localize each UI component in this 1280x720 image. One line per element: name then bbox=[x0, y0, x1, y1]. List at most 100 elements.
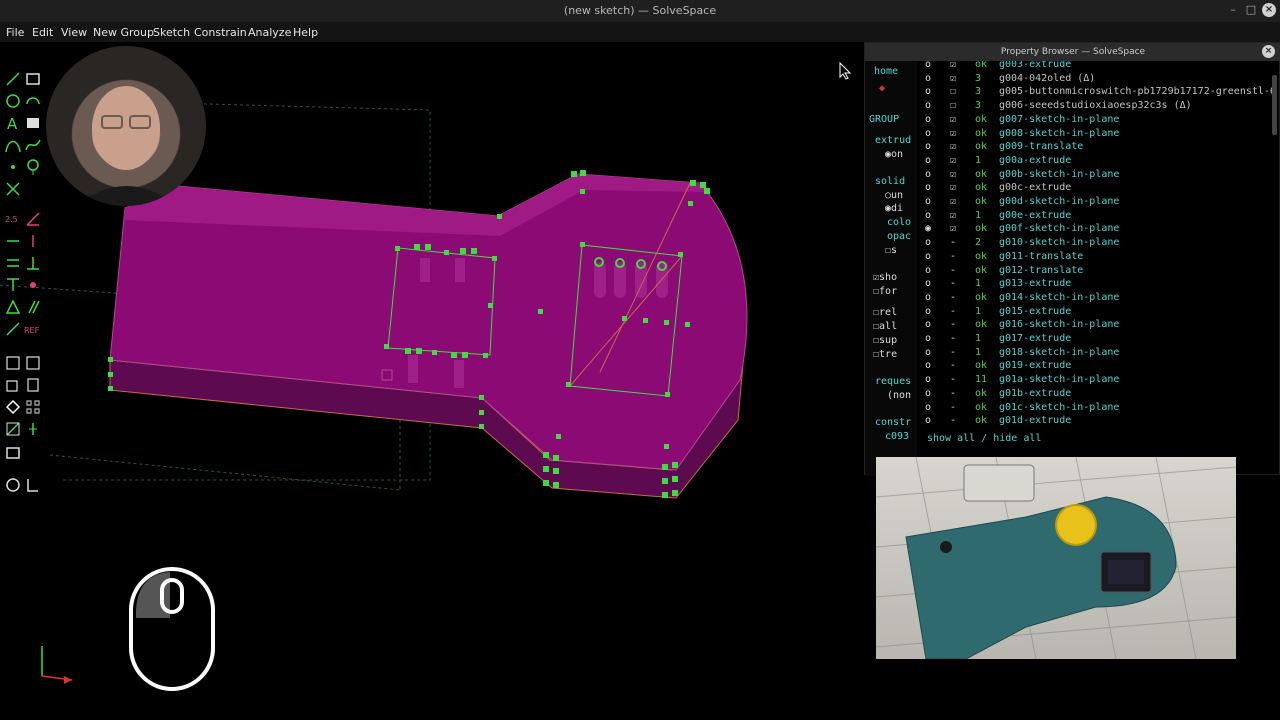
group-visibility-radio[interactable]: o bbox=[925, 169, 937, 180]
minimize-icon[interactable]: – bbox=[1226, 3, 1240, 17]
group-visibility-radio[interactable]: o bbox=[925, 265, 937, 276]
property-browser-close-icon[interactable]: × bbox=[1262, 45, 1275, 58]
group-name-link[interactable]: g00f-sketch-in-plane bbox=[999, 223, 1119, 234]
group-list[interactable]: o ☑ ok g003-extrude o ☑ 3 g004-042oled (Δ) o ☐ 3 g0… bbox=[917, 61, 1273, 476]
group-name-link[interactable]: g00a-extrude bbox=[999, 155, 1071, 166]
group-name-link[interactable]: g004-042oled (Δ) bbox=[999, 73, 1095, 84]
menu-constrain[interactable]: Constrain bbox=[194, 26, 247, 39]
on-point-icon[interactable] bbox=[4, 276, 22, 294]
group-row[interactable]: o ☑ ok g009-translate bbox=[917, 141, 1273, 155]
group-visibility-radio[interactable]: o bbox=[925, 155, 937, 166]
group-visibility-radio[interactable]: o bbox=[925, 374, 937, 385]
group-active-checkbox[interactable]: ☑ bbox=[950, 169, 962, 180]
group-visibility-radio[interactable]: o bbox=[925, 306, 937, 317]
group-active-checkbox[interactable]: ☐ bbox=[950, 100, 962, 111]
group-name-link[interactable]: g003-extrude bbox=[999, 61, 1071, 70]
group-active-checkbox[interactable]: - bbox=[950, 251, 962, 262]
sym-icon[interactable] bbox=[4, 298, 22, 316]
group-name-link[interactable]: g01c-sketch-in-plane bbox=[999, 402, 1119, 413]
group-active-checkbox[interactable]: - bbox=[950, 374, 962, 385]
group-name-link[interactable]: g011-translate bbox=[999, 251, 1083, 262]
group-active-checkbox[interactable]: - bbox=[950, 292, 962, 303]
group-row[interactable]: o ☑ 1 g00a-extrude bbox=[917, 155, 1273, 169]
group-row[interactable]: o - 1 g017-extrude bbox=[917, 333, 1273, 347]
group-active-checkbox[interactable]: ☑ bbox=[950, 141, 962, 152]
nearest-icon[interactable] bbox=[4, 320, 22, 338]
group-active-checkbox[interactable]: ☑ bbox=[950, 61, 962, 70]
group-name-link[interactable]: g008-sketch-in-plane bbox=[999, 128, 1119, 139]
point-icon[interactable] bbox=[4, 158, 22, 176]
group-row[interactable]: o ☑ ok g00c-extrude bbox=[917, 182, 1273, 196]
group-row[interactable]: o - 11 g01a-sketch-in-plane bbox=[917, 374, 1273, 388]
workplane-icon[interactable] bbox=[4, 354, 22, 372]
group-name-link[interactable]: g01a-sketch-in-plane bbox=[999, 374, 1119, 385]
group-row[interactable]: o ☑ ok g00d-sketch-in-plane bbox=[917, 196, 1273, 210]
group-active-checkbox[interactable]: ☑ bbox=[950, 210, 962, 221]
difference-radio[interactable]: ◉ di bbox=[885, 203, 903, 214]
group-row[interactable]: o ☑ ok g007-sketch-in-plane bbox=[917, 114, 1273, 128]
menu-view[interactable]: View bbox=[61, 26, 87, 39]
sketch-toggle-icon[interactable]: ◆ bbox=[879, 83, 885, 94]
group-active-checkbox[interactable]: ☑ bbox=[950, 196, 962, 207]
show-hide-all-link[interactable]: show all / hide all bbox=[927, 433, 1273, 447]
group-visibility-radio[interactable]: o bbox=[925, 333, 937, 344]
menu-edit[interactable]: Edit bbox=[32, 26, 53, 39]
sup-checkbox[interactable]: ☐ sup bbox=[873, 335, 897, 346]
midpoint-icon[interactable] bbox=[24, 276, 42, 294]
tre-checkbox[interactable]: ☐ tre bbox=[873, 349, 897, 360]
group-name-link[interactable]: g00c-extrude bbox=[999, 182, 1071, 193]
tangent-arc-icon[interactable] bbox=[24, 158, 42, 176]
group-name-link[interactable]: g016-sketch-in-plane bbox=[999, 319, 1119, 330]
group-row[interactable]: ◉ ☑ ok g00f-sketch-in-plane bbox=[917, 223, 1273, 237]
group-visibility-radio[interactable]: o bbox=[925, 128, 937, 139]
scrollbar[interactable] bbox=[1272, 75, 1277, 135]
step-icon[interactable] bbox=[24, 354, 42, 372]
close-icon[interactable]: × bbox=[1262, 3, 1276, 17]
for-checkbox[interactable]: ☐ for bbox=[873, 286, 897, 297]
group-row[interactable]: o ☑ ok g003-extrude bbox=[917, 61, 1273, 73]
text-icon[interactable]: A bbox=[4, 114, 22, 132]
group-active-checkbox[interactable]: - bbox=[950, 333, 962, 344]
group-name-link[interactable]: g01b-extrude bbox=[999, 388, 1071, 399]
menu-file[interactable]: File bbox=[6, 26, 24, 39]
rel-checkbox[interactable]: ☐ rel bbox=[873, 307, 897, 318]
link-icon[interactable] bbox=[4, 476, 22, 494]
group-name-link[interactable]: g006-seeedstudioxiaoesp32c3s (Δ) bbox=[999, 100, 1192, 111]
group-visibility-radio[interactable]: o bbox=[925, 182, 937, 193]
spline-icon[interactable] bbox=[24, 136, 42, 154]
group-row[interactable]: o ☑ ok g00b-sketch-in-plane bbox=[917, 169, 1273, 183]
construction-icon[interactable] bbox=[4, 180, 22, 198]
line-icon[interactable] bbox=[4, 70, 22, 88]
group-row[interactable]: o - ok g01d-extrude bbox=[917, 415, 1273, 429]
property-browser[interactable]: Property Browser — SolveSpace × home ◆ G… bbox=[864, 42, 1280, 476]
group-row[interactable]: o ☐ 3 g005-buttonmicroswitch-pb1729b17172-g… bbox=[917, 86, 1273, 100]
assembly-icon[interactable] bbox=[4, 398, 22, 416]
group-visibility-radio[interactable]: o bbox=[925, 86, 937, 97]
group-active-checkbox[interactable]: ☑ bbox=[950, 223, 962, 234]
group-row[interactable]: o ☑ 3 g004-042oled (Δ) bbox=[917, 73, 1273, 87]
group-visibility-radio[interactable]: o bbox=[925, 415, 937, 426]
reference-icon[interactable]: REF bbox=[24, 320, 42, 338]
group-row[interactable]: o - ok g01c-sketch-in-plane bbox=[917, 402, 1273, 416]
group-visibility-radio[interactable]: o bbox=[925, 196, 937, 207]
group-name-link[interactable]: g017-extrude bbox=[999, 333, 1071, 344]
arc-icon[interactable] bbox=[24, 92, 42, 110]
group-row[interactable]: o - ok g012-translate bbox=[917, 265, 1273, 279]
group-name-link[interactable]: g010-sketch-in-plane bbox=[999, 237, 1119, 248]
group-visibility-radio[interactable]: o bbox=[925, 388, 937, 399]
bezier-icon[interactable] bbox=[4, 136, 22, 154]
circle-icon[interactable] bbox=[4, 92, 22, 110]
parallel-slash-icon[interactable] bbox=[24, 298, 42, 316]
group-active-checkbox[interactable]: - bbox=[950, 360, 962, 371]
group-row[interactable]: o ☑ ok g008-sketch-in-plane bbox=[917, 128, 1273, 142]
group-active-checkbox[interactable]: - bbox=[950, 278, 962, 289]
home-link[interactable]: home bbox=[874, 66, 898, 77]
distance-icon[interactable]: 2.5 bbox=[4, 210, 22, 228]
s-checkbox[interactable]: ☐ s bbox=[885, 245, 897, 256]
group-row[interactable]: o - ok g019-extrude bbox=[917, 360, 1273, 374]
constraint-c093[interactable]: c093 bbox=[885, 431, 909, 442]
group-active-checkbox[interactable]: ☑ bbox=[950, 114, 962, 125]
group-name-link[interactable]: g013-extrude bbox=[999, 278, 1071, 289]
on-label[interactable]: ◉ on bbox=[885, 149, 903, 160]
sketch-icon[interactable] bbox=[4, 420, 22, 438]
